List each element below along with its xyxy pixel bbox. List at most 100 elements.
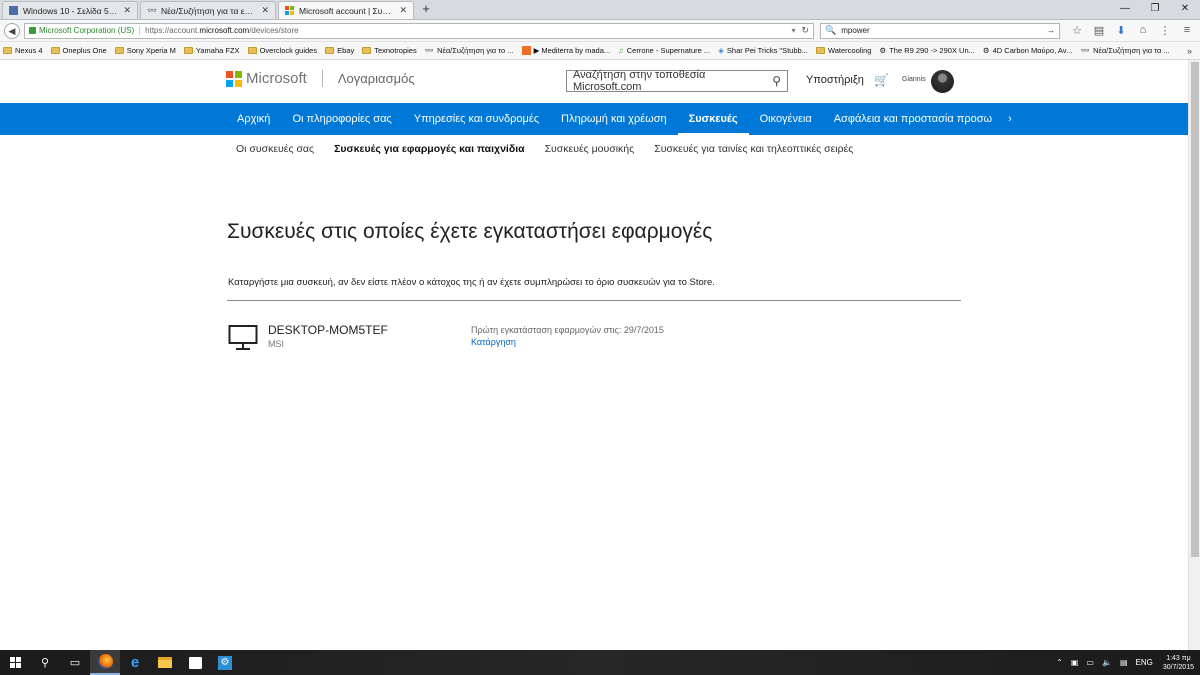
microsoft-logo-icon[interactable] (226, 70, 242, 87)
nav-security-privacy[interactable]: Ασφάλεια και προστασία προσω (823, 103, 1003, 135)
menu-icon[interactable]: ≡ (1176, 24, 1198, 37)
browser-tab[interactable]: Windows 10 - Σελίδα 5 - Λε... ✕ (2, 1, 138, 19)
cart-icon[interactable]: 🛒 (874, 73, 889, 87)
brand-name[interactable]: Microsoft (246, 70, 307, 87)
scrollbar-thumb[interactable] (1191, 62, 1199, 557)
bookmark-page-icon: ◈ (718, 46, 724, 55)
folder-icon (362, 47, 372, 54)
browser-tab-bar: Windows 10 - Σελίδα 5 - Λε... ✕ 👓 Νέα/Συ… (0, 0, 1200, 20)
taskbar-firefox[interactable] (90, 650, 120, 675)
reading-list-icon[interactable]: ▤ (1088, 24, 1110, 37)
download-icon[interactable]: ⬇ (1110, 24, 1132, 37)
clock[interactable]: 1:43 πμ 30/7/2015 (1163, 654, 1194, 672)
home-icon[interactable]: ⌂ (1132, 24, 1154, 37)
url-bar[interactable]: Microsoft Corporation (US) https://accou… (24, 22, 814, 39)
bookmark-item[interactable]: ♫ Cerrone - Supernature ... (618, 46, 710, 55)
restore-icon[interactable]: ❐ (1140, 0, 1170, 20)
nav-family[interactable]: Οικογένεια (749, 103, 823, 135)
device-maker: MSI (268, 339, 285, 349)
devices-sub-nav: Οι συσκευές σας Συσκευές για εφαρμογές κ… (236, 143, 873, 155)
notification-icon[interactable]: ▤ (1120, 658, 1128, 667)
search-icon[interactable]: ⚲ (30, 650, 60, 675)
bookmark-item[interactable]: Ebay (325, 46, 354, 55)
bookmark-item[interactable]: ◈ Shar Pei Tricks "Stubb... (718, 46, 808, 55)
chevron-right-icon[interactable]: › (1003, 103, 1017, 135)
bookmark-label: Oneplus One (62, 46, 107, 55)
search-go-icon[interactable]: → (1047, 26, 1055, 35)
nav-payment-billing[interactable]: Πληρωμή και χρέωση (550, 103, 678, 135)
reload-icon[interactable]: ↻ (801, 25, 809, 36)
bookmark-item[interactable]: ▶ Mediterra by mada... (521, 46, 610, 55)
bookmark-item[interactable]: Yamaha FZX (183, 46, 240, 55)
avatar[interactable] (931, 70, 954, 93)
bookmark-item[interactable]: 👓 Νέα/Συζήτηση για το ... (425, 46, 514, 55)
browser-tab-active[interactable]: Microsoft account | Συσκε... ✕ (278, 1, 414, 19)
browser-search-input[interactable]: mpower (841, 26, 1047, 35)
taskbar-settings[interactable]: ⚙ (210, 650, 240, 675)
soundcloud-icon (521, 46, 531, 55)
bookmark-item[interactable]: Texnotropies (362, 46, 417, 55)
tab-title: Microsoft account | Συσκε... (299, 5, 396, 16)
bookmark-label: Νέα/Συζήτηση για το ... (437, 46, 514, 55)
site-identity[interactable]: Microsoft Corporation (US) (39, 26, 141, 35)
taskbar-explorer[interactable] (150, 650, 180, 675)
support-link[interactable]: Υποστήριξη (806, 74, 864, 86)
close-tab-icon[interactable]: ✕ (123, 5, 131, 16)
main-nav-bar: Αρχική Οι πληροφορίες σας Υπηρεσίες και … (0, 103, 1188, 135)
folder-icon (183, 47, 193, 54)
bookmark-item[interactable]: Oneplus One (50, 46, 107, 55)
close-window-icon[interactable]: ✕ (1170, 0, 1200, 20)
bookmark-item[interactable]: Nexus 4 (3, 46, 43, 55)
insomnia-favicon-icon: 👓 (424, 46, 435, 55)
tray-expand-icon[interactable]: ⌃ (1056, 658, 1063, 667)
nav-your-info[interactable]: Οι πληροφορίες σας (281, 103, 402, 135)
back-icon[interactable]: ◀ (4, 22, 20, 39)
browser-search-bar[interactable]: 🔍 mpower → (820, 22, 1060, 39)
firefox-icon (97, 654, 113, 669)
bookmarks-overflow-icon[interactable]: » (1187, 46, 1200, 56)
close-tab-icon[interactable]: ✕ (261, 5, 269, 16)
section-name[interactable]: Λογαριασμός (338, 71, 415, 86)
bookmark-item[interactable]: 👓 Νέα/Συζήτηση για τα ... (1081, 46, 1170, 55)
site-search-input[interactable]: Αναζήτηση στην τοποθεσία Microsoft.com (573, 69, 772, 93)
bookmark-item[interactable]: Sony Xperia M (114, 46, 176, 55)
bookmark-item[interactable]: Watercooling (815, 46, 871, 55)
search-icon[interactable]: ⚲ (772, 74, 781, 88)
nav-devices[interactable]: Συσκευές (677, 103, 749, 135)
user-name[interactable]: Giannis (902, 76, 926, 83)
more-tools-icon[interactable]: ⋮ (1154, 24, 1176, 37)
bookmark-item[interactable]: ⚙ The R9 290 -> 290X Un... (879, 46, 974, 55)
site-header-brand: Microsoft Λογαριασμός (226, 70, 415, 87)
subnav-movie-tv-devices[interactable]: Συσκευές για ταινίες και τηλεοπτικές σει… (654, 143, 853, 155)
settings-icon: ⚙ (218, 655, 232, 670)
site-search-box[interactable]: Αναζήτηση στην τοποθεσία Microsoft.com ⚲ (566, 69, 788, 93)
browser-tab[interactable]: 👓 Νέα/Συζήτηση για τα επερ... ✕ (140, 1, 276, 19)
subnav-app-game-devices[interactable]: Συσκευές για εφαρμογές και παιχνίδια (334, 143, 524, 155)
taskbar: ⚲ ▭ e ⚙ ⌃ ▣ ▭ 🔈 ▤ ENG 1:43 πμ 30/7/2015 (0, 650, 1200, 675)
bookmark-star-icon[interactable]: ☆ (1066, 24, 1088, 37)
bookmark-item[interactable]: ⚙ 4D Carbon Μαύρο, Αν... (983, 46, 1073, 55)
task-view-icon[interactable]: ▭ (60, 650, 90, 675)
nav-home[interactable]: Αρχική (226, 103, 281, 135)
minimize-icon[interactable]: — (1110, 0, 1140, 20)
subnav-music-devices[interactable]: Συσκευές μουσικής (545, 143, 635, 155)
folder-tray-icon[interactable]: ▭ (1086, 658, 1094, 667)
remove-device-link[interactable]: Κατάργηση (471, 337, 516, 347)
first-install-date: Πρώτη εγκατάσταση εφαρμογών στις: 29/7/2… (471, 325, 664, 335)
folder-icon (325, 47, 335, 54)
url-dropdown-icon[interactable]: ▾ (791, 26, 795, 35)
close-tab-icon[interactable]: ✕ (399, 5, 407, 16)
page-scrollbar[interactable] (1188, 60, 1200, 650)
taskbar-edge[interactable]: e (120, 650, 150, 675)
url-text[interactable]: https://account.microsoft.com/devices/st… (145, 26, 787, 35)
nav-services-subscriptions[interactable]: Υπηρεσίες και συνδρομές (403, 103, 550, 135)
taskbar-store[interactable] (180, 650, 210, 675)
start-button[interactable] (0, 650, 30, 675)
network-icon[interactable]: ▣ (1071, 658, 1079, 667)
insomnia-favicon-icon: 👓 (147, 6, 157, 15)
bookmark-item[interactable]: Overclock guides (247, 46, 317, 55)
language-indicator[interactable]: ENG (1136, 658, 1153, 667)
new-tab-button[interactable]: + (418, 1, 434, 19)
subnav-your-devices[interactable]: Οι συσκευές σας (236, 143, 314, 155)
volume-icon[interactable]: 🔈 (1102, 658, 1112, 667)
